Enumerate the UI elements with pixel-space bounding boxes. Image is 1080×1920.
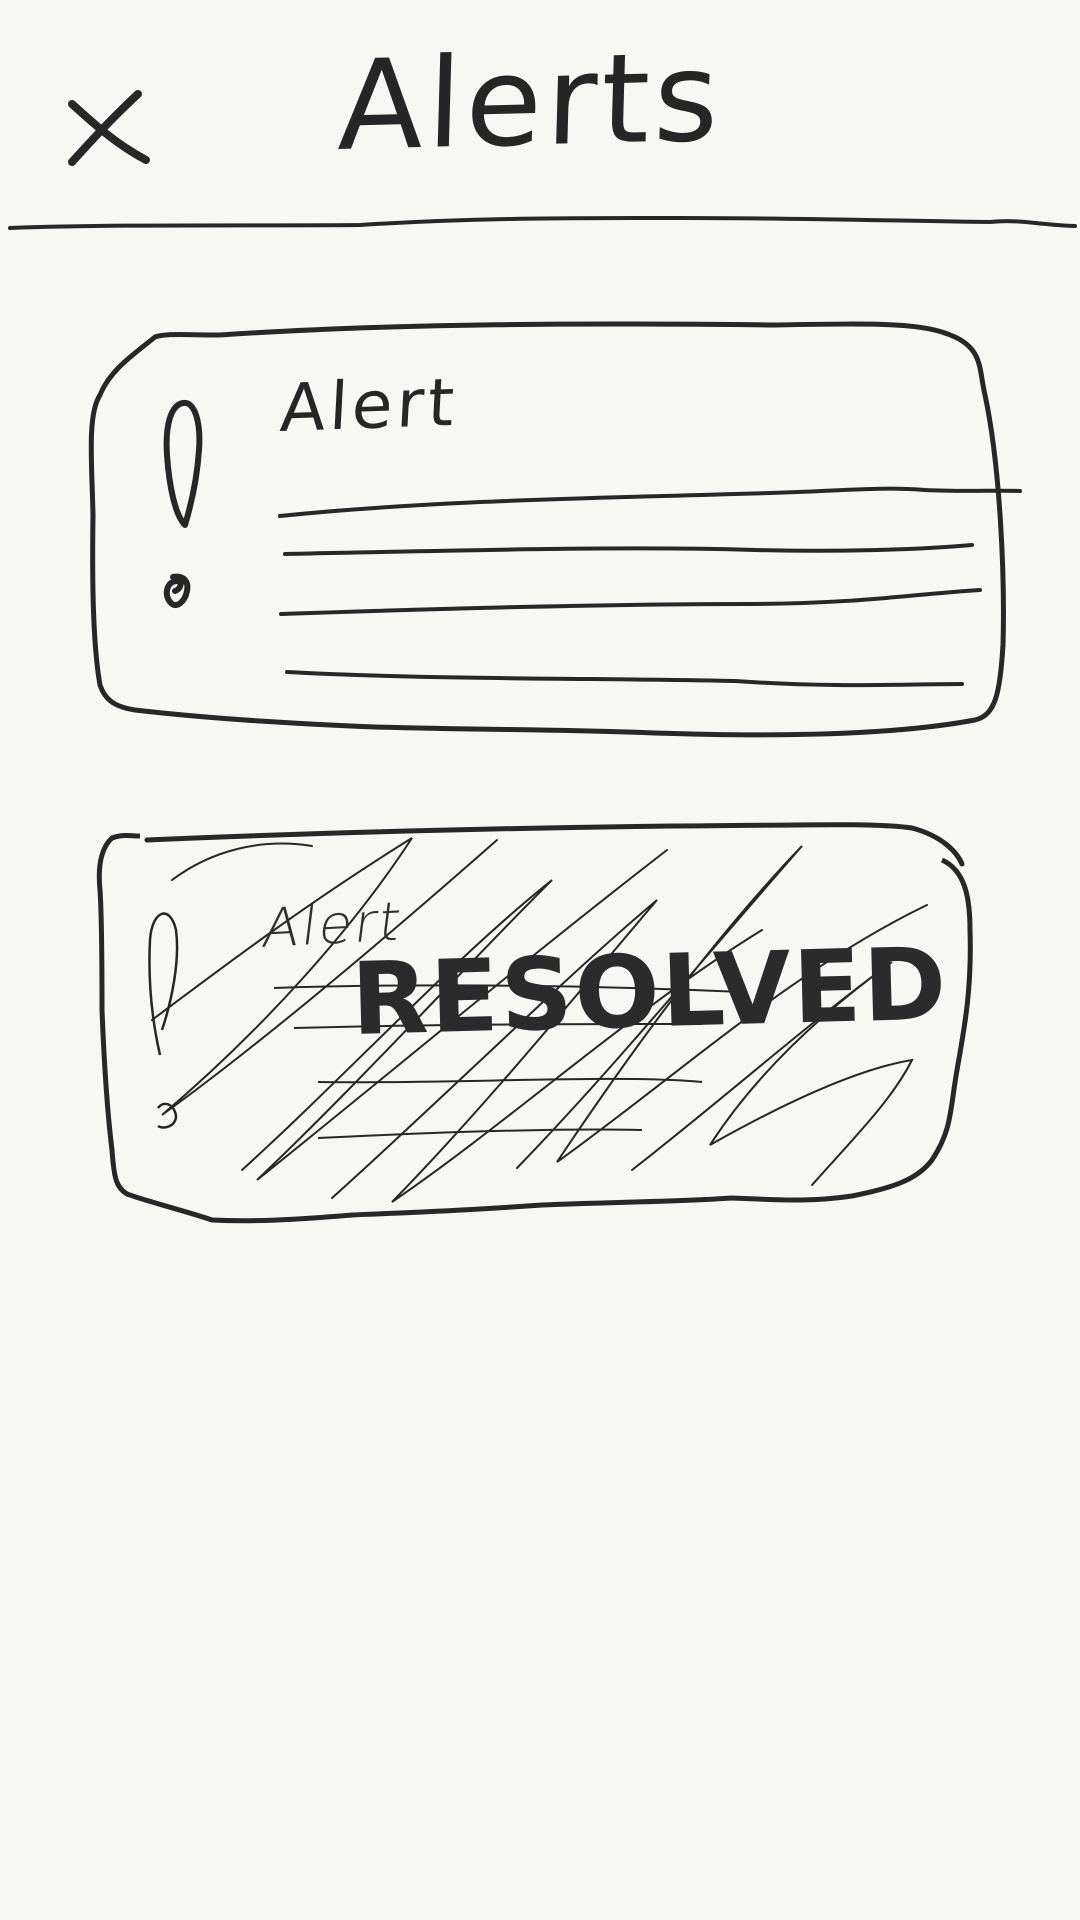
- alerts-screen: Alerts Alert Alert RESOLVED: [0, 0, 1080, 1920]
- header-divider: [8, 215, 1077, 230]
- alert-body-lines: [278, 486, 1022, 688]
- close-button[interactable]: [60, 80, 160, 180]
- page-title: Alerts: [336, 25, 725, 179]
- alert-title: Alert: [278, 363, 460, 447]
- resolved-stamp: RESOLVED: [349, 925, 950, 1058]
- alert-card[interactable]: [88, 315, 1022, 738]
- close-icon: [68, 90, 150, 166]
- exclamation-icon: [163, 400, 203, 609]
